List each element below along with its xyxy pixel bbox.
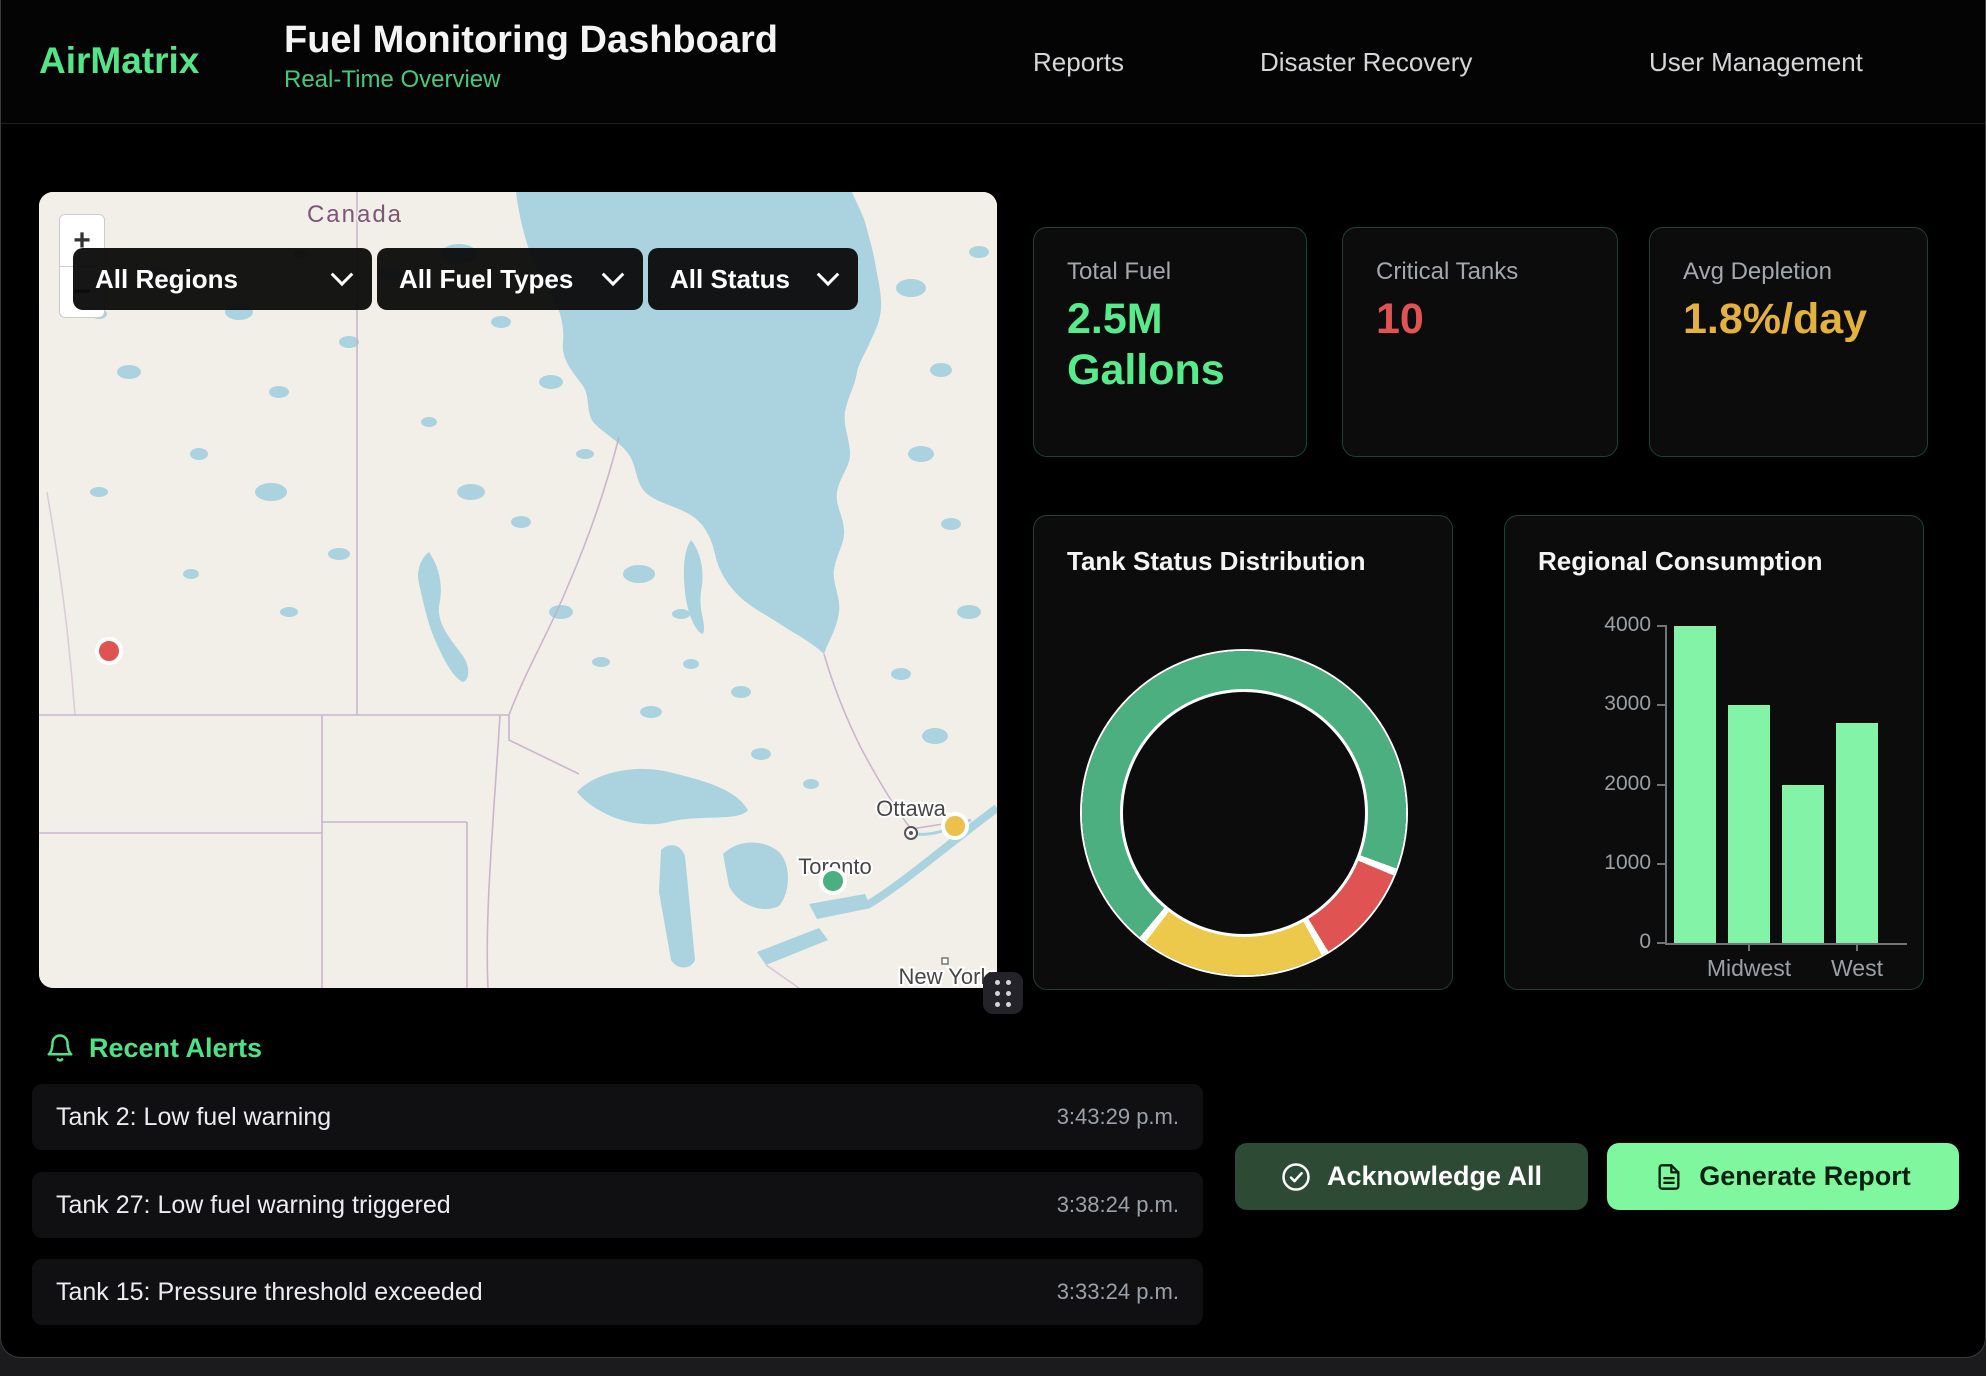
nav-reports[interactable]: Reports — [1033, 47, 1124, 78]
region-filter-value: All Regions — [95, 264, 238, 295]
y-axis-tick-label: 3000 — [1561, 692, 1651, 716]
y-axis-tick-mark — [1657, 704, 1667, 706]
map-marker-critical[interactable] — [97, 639, 121, 663]
alert-row[interactable]: Tank 27: Low fuel warning triggered 3:38… — [32, 1172, 1203, 1238]
bar-plot: 01000200030004000MidwestWest — [1665, 626, 1907, 945]
map-panel[interactable]: Canada Ottawa Toronto New York + − All R… — [39, 192, 997, 988]
stat-value: 2.5M Gallons — [1067, 294, 1267, 396]
alert-time: 3:43:29 p.m. — [1057, 1104, 1179, 1130]
regional-consumption-chart-card: Regional Consumption 01000200030004000Mi… — [1504, 515, 1924, 990]
y-axis-tick-label: 1000 — [1561, 851, 1651, 875]
chevron-down-icon — [602, 263, 625, 286]
alert-row[interactable]: Tank 15: Pressure threshold exceeded 3:3… — [32, 1259, 1203, 1325]
alert-text: Tank 2: Low fuel warning — [56, 1103, 331, 1132]
alert-time: 3:38:24 p.m. — [1057, 1192, 1179, 1218]
stat-label: Avg Depletion — [1683, 258, 1832, 286]
map-label-new-york: New York — [899, 964, 993, 988]
alert-text: Tank 27: Low fuel warning triggered — [56, 1191, 451, 1220]
x-axis-tick-mark — [1856, 943, 1858, 951]
x-axis-tick-label: West — [1797, 955, 1917, 982]
bar-segment — [1836, 723, 1878, 943]
stat-card-total-fuel: Total Fuel 2.5M Gallons — [1033, 227, 1307, 457]
page-title: Fuel Monitoring Dashboard — [284, 18, 778, 62]
nav-user-management[interactable]: User Management — [1649, 47, 1863, 78]
chevron-down-icon — [331, 263, 354, 286]
y-axis-tick-label: 0 — [1561, 930, 1651, 954]
map-marker-normal[interactable] — [821, 869, 845, 893]
y-axis-tick-label: 4000 — [1561, 613, 1651, 637]
stat-card-avg-depletion: Avg Depletion 1.8%/day — [1649, 227, 1928, 457]
bar-segment — [1674, 626, 1716, 943]
bar-segment — [1728, 705, 1770, 943]
acknowledge-all-label: Acknowledge All — [1327, 1161, 1542, 1192]
recent-alerts-title: Recent Alerts — [89, 1033, 262, 1064]
town-dot-icon — [942, 958, 948, 964]
dashboard-root: AirMatrix Fuel Monitoring Dashboard Real… — [0, 0, 1986, 1358]
donut-hole — [1120, 689, 1368, 937]
alert-time: 3:33:24 p.m. — [1057, 1279, 1179, 1305]
title-block: Fuel Monitoring Dashboard Real-Time Over… — [284, 18, 778, 94]
fuel-type-filter-dropdown[interactable]: All Fuel Types — [377, 248, 643, 310]
stat-label: Critical Tanks — [1376, 258, 1518, 286]
map-label-canada: Canada — [307, 201, 403, 228]
region-filter-dropdown[interactable]: All Regions — [73, 248, 372, 310]
acknowledge-all-button[interactable]: Acknowledge All — [1235, 1143, 1588, 1210]
stat-value: 10 — [1376, 294, 1576, 345]
capital-dot-icon — [905, 827, 917, 839]
bell-icon — [45, 1032, 75, 1064]
app-header: AirMatrix Fuel Monitoring Dashboard Real… — [1, 0, 1985, 124]
generate-report-label: Generate Report — [1699, 1161, 1911, 1192]
x-axis-tick-label: Midwest — [1689, 955, 1809, 982]
file-report-icon — [1655, 1162, 1683, 1192]
stat-label: Total Fuel — [1067, 258, 1171, 286]
fuel-type-filter-value: All Fuel Types — [399, 264, 573, 295]
tank-status-chart-card: Tank Status Distribution — [1033, 515, 1453, 990]
recent-alerts-header: Recent Alerts — [45, 1032, 262, 1064]
chart-title: Tank Status Distribution — [1067, 546, 1366, 577]
y-axis-tick-mark — [1657, 625, 1667, 627]
generate-report-button[interactable]: Generate Report — [1607, 1143, 1959, 1210]
y-axis-tick-mark — [1657, 942, 1667, 944]
status-filter-value: All Status — [670, 264, 790, 295]
alert-text: Tank 15: Pressure threshold exceeded — [56, 1278, 483, 1307]
bar-segment — [1782, 785, 1824, 944]
map-resize-handle[interactable] — [983, 972, 1023, 1014]
chart-title: Regional Consumption — [1538, 546, 1823, 577]
stat-card-critical-tanks: Critical Tanks 10 — [1342, 227, 1618, 457]
stat-value: 1.8%/day — [1683, 294, 1833, 345]
y-axis-tick-label: 2000 — [1561, 772, 1651, 796]
page-subtitle: Real-Time Overview — [284, 66, 778, 94]
alert-row[interactable]: Tank 2: Low fuel warning 3:43:29 p.m. — [32, 1084, 1203, 1150]
check-circle-icon — [1281, 1162, 1311, 1192]
nav-disaster-recovery[interactable]: Disaster Recovery — [1260, 47, 1472, 78]
x-axis-tick-mark — [1748, 943, 1750, 951]
y-axis-tick-mark — [1657, 863, 1667, 865]
y-axis-tick-mark — [1657, 784, 1667, 786]
map-label-ottawa: Ottawa — [876, 796, 946, 821]
map-marker-warning[interactable] — [943, 814, 967, 838]
status-filter-dropdown[interactable]: All Status — [648, 248, 858, 310]
map-canvas[interactable]: Canada Ottawa Toronto New York — [39, 192, 997, 988]
brand-logo[interactable]: AirMatrix — [39, 40, 199, 82]
chevron-down-icon — [817, 263, 840, 286]
